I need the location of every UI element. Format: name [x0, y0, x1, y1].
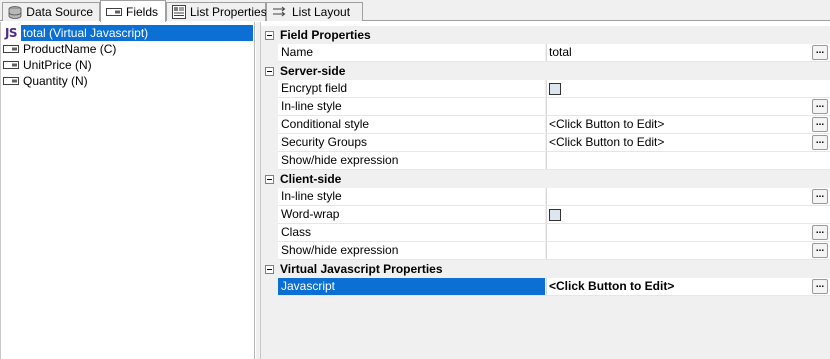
tab-fields[interactable]: Fields	[100, 0, 166, 22]
tab-list-layout[interactable]: List Layout	[266, 2, 363, 21]
property-row-word-wrap[interactable]: Word-wrap	[261, 206, 830, 224]
property-name: Word-wrap	[278, 206, 545, 224]
field-item-label: Quantity (N)	[23, 74, 88, 88]
property-grid: Field Properties Name total ... Server-s…	[261, 26, 830, 359]
field-item-label: total (Virtual Javascript)	[21, 25, 253, 41]
property-name: Encrypt field	[278, 80, 545, 98]
tab-data-source[interactable]: Data Source	[2, 2, 100, 21]
property-row-inline-style[interactable]: In-line style ...	[261, 98, 830, 116]
property-value[interactable]	[546, 152, 830, 170]
field-icon	[3, 73, 19, 89]
property-name: Class	[278, 224, 545, 242]
tab-label: Data Source	[26, 5, 93, 19]
tab-list-properties[interactable]: List Properties	[166, 2, 267, 21]
field-icon	[3, 41, 19, 57]
list-layout-icon	[272, 5, 288, 19]
js-icon: JS	[4, 26, 18, 40]
field-list: JS total (Virtual Javascript) ProductNam…	[0, 22, 255, 359]
ellipsis-button[interactable]: ...	[812, 189, 828, 204]
property-row-security-groups[interactable]: Security Groups <Click Button to Edit> .…	[261, 134, 830, 152]
name-value[interactable]: total	[549, 45, 572, 59]
property-value[interactable]: total ...	[546, 44, 830, 62]
property-row-client-show-hide[interactable]: Show/hide expression ...	[261, 242, 830, 260]
collapse-icon[interactable]	[265, 175, 274, 184]
property-value[interactable]	[546, 80, 830, 98]
property-value[interactable]: ...	[546, 188, 830, 206]
property-row-show-hide[interactable]: Show/hide expression	[261, 152, 830, 170]
property-row-javascript[interactable]: Javascript <Click Button to Edit> ...	[261, 278, 830, 296]
field-item-quantity[interactable]: Quantity (N)	[3, 73, 90, 89]
property-value[interactable]	[546, 206, 830, 224]
field-item-productname[interactable]: ProductName (C)	[3, 41, 118, 57]
list-properties-icon	[172, 5, 186, 19]
category-virtual-javascript[interactable]: Virtual Javascript Properties	[261, 260, 830, 278]
word-wrap-checkbox[interactable]	[549, 209, 561, 221]
property-name: In-line style	[278, 98, 545, 116]
tab-label: List Layout	[292, 5, 351, 19]
property-value[interactable]: ...	[546, 242, 830, 260]
tab-label: Fields	[126, 4, 159, 19]
tab-strip: Data Source Fields List Properties List …	[0, 0, 830, 22]
property-row-conditional-style[interactable]: Conditional style <Click Button to Edit>…	[261, 116, 830, 134]
category-title: Server-side	[280, 64, 346, 78]
ellipsis-button[interactable]: ...	[812, 99, 828, 114]
property-name: Show/hide expression	[278, 242, 545, 260]
field-item-total[interactable]: JS total (Virtual Javascript)	[3, 25, 253, 41]
property-name: Conditional style	[278, 116, 545, 134]
ellipsis-button[interactable]: ...	[812, 243, 828, 258]
encrypt-checkbox[interactable]	[549, 83, 561, 95]
property-row-encrypt-field[interactable]: Encrypt field	[261, 80, 830, 98]
ellipsis-button[interactable]: ...	[812, 117, 828, 132]
field-icon	[3, 57, 19, 73]
property-value[interactable]: <Click Button to Edit> ...	[546, 116, 830, 134]
property-row-client-inline-style[interactable]: In-line style ...	[261, 188, 830, 206]
property-value[interactable]: ...	[546, 224, 830, 242]
field-item-label: UnitPrice (N)	[23, 58, 92, 72]
ellipsis-button[interactable]: ...	[812, 225, 828, 240]
category-title: Field Properties	[280, 28, 371, 42]
category-title: Virtual Javascript Properties	[280, 262, 443, 276]
property-value[interactable]: ...	[546, 98, 830, 116]
field-item-unitprice[interactable]: UnitPrice (N)	[3, 57, 94, 73]
property-row-class[interactable]: Class ...	[261, 224, 830, 242]
property-name: Name	[278, 44, 545, 62]
ellipsis-button[interactable]: ...	[812, 135, 828, 150]
category-title: Client-side	[280, 172, 342, 186]
property-name: Show/hide expression	[278, 152, 545, 170]
tab-label: List Properties	[190, 5, 267, 19]
database-icon	[8, 5, 22, 19]
property-name: Security Groups	[278, 134, 545, 152]
property-name: Javascript	[278, 278, 545, 296]
property-name: In-line style	[278, 188, 545, 206]
ellipsis-button[interactable]: ...	[812, 45, 828, 60]
collapse-icon[interactable]	[265, 67, 274, 76]
collapse-icon[interactable]	[265, 31, 274, 40]
property-row-name[interactable]: Name total ...	[261, 44, 830, 62]
property-value[interactable]: <Click Button to Edit> ...	[546, 278, 830, 296]
field-item-label: ProductName (C)	[23, 42, 117, 56]
property-value[interactable]: <Click Button to Edit> ...	[546, 134, 830, 152]
category-server-side[interactable]: Server-side	[261, 62, 830, 80]
ellipsis-button[interactable]: ...	[812, 279, 828, 294]
collapse-icon[interactable]	[265, 265, 274, 274]
category-client-side[interactable]: Client-side	[261, 170, 830, 188]
field-icon	[106, 5, 122, 19]
category-field-properties[interactable]: Field Properties	[261, 26, 830, 44]
